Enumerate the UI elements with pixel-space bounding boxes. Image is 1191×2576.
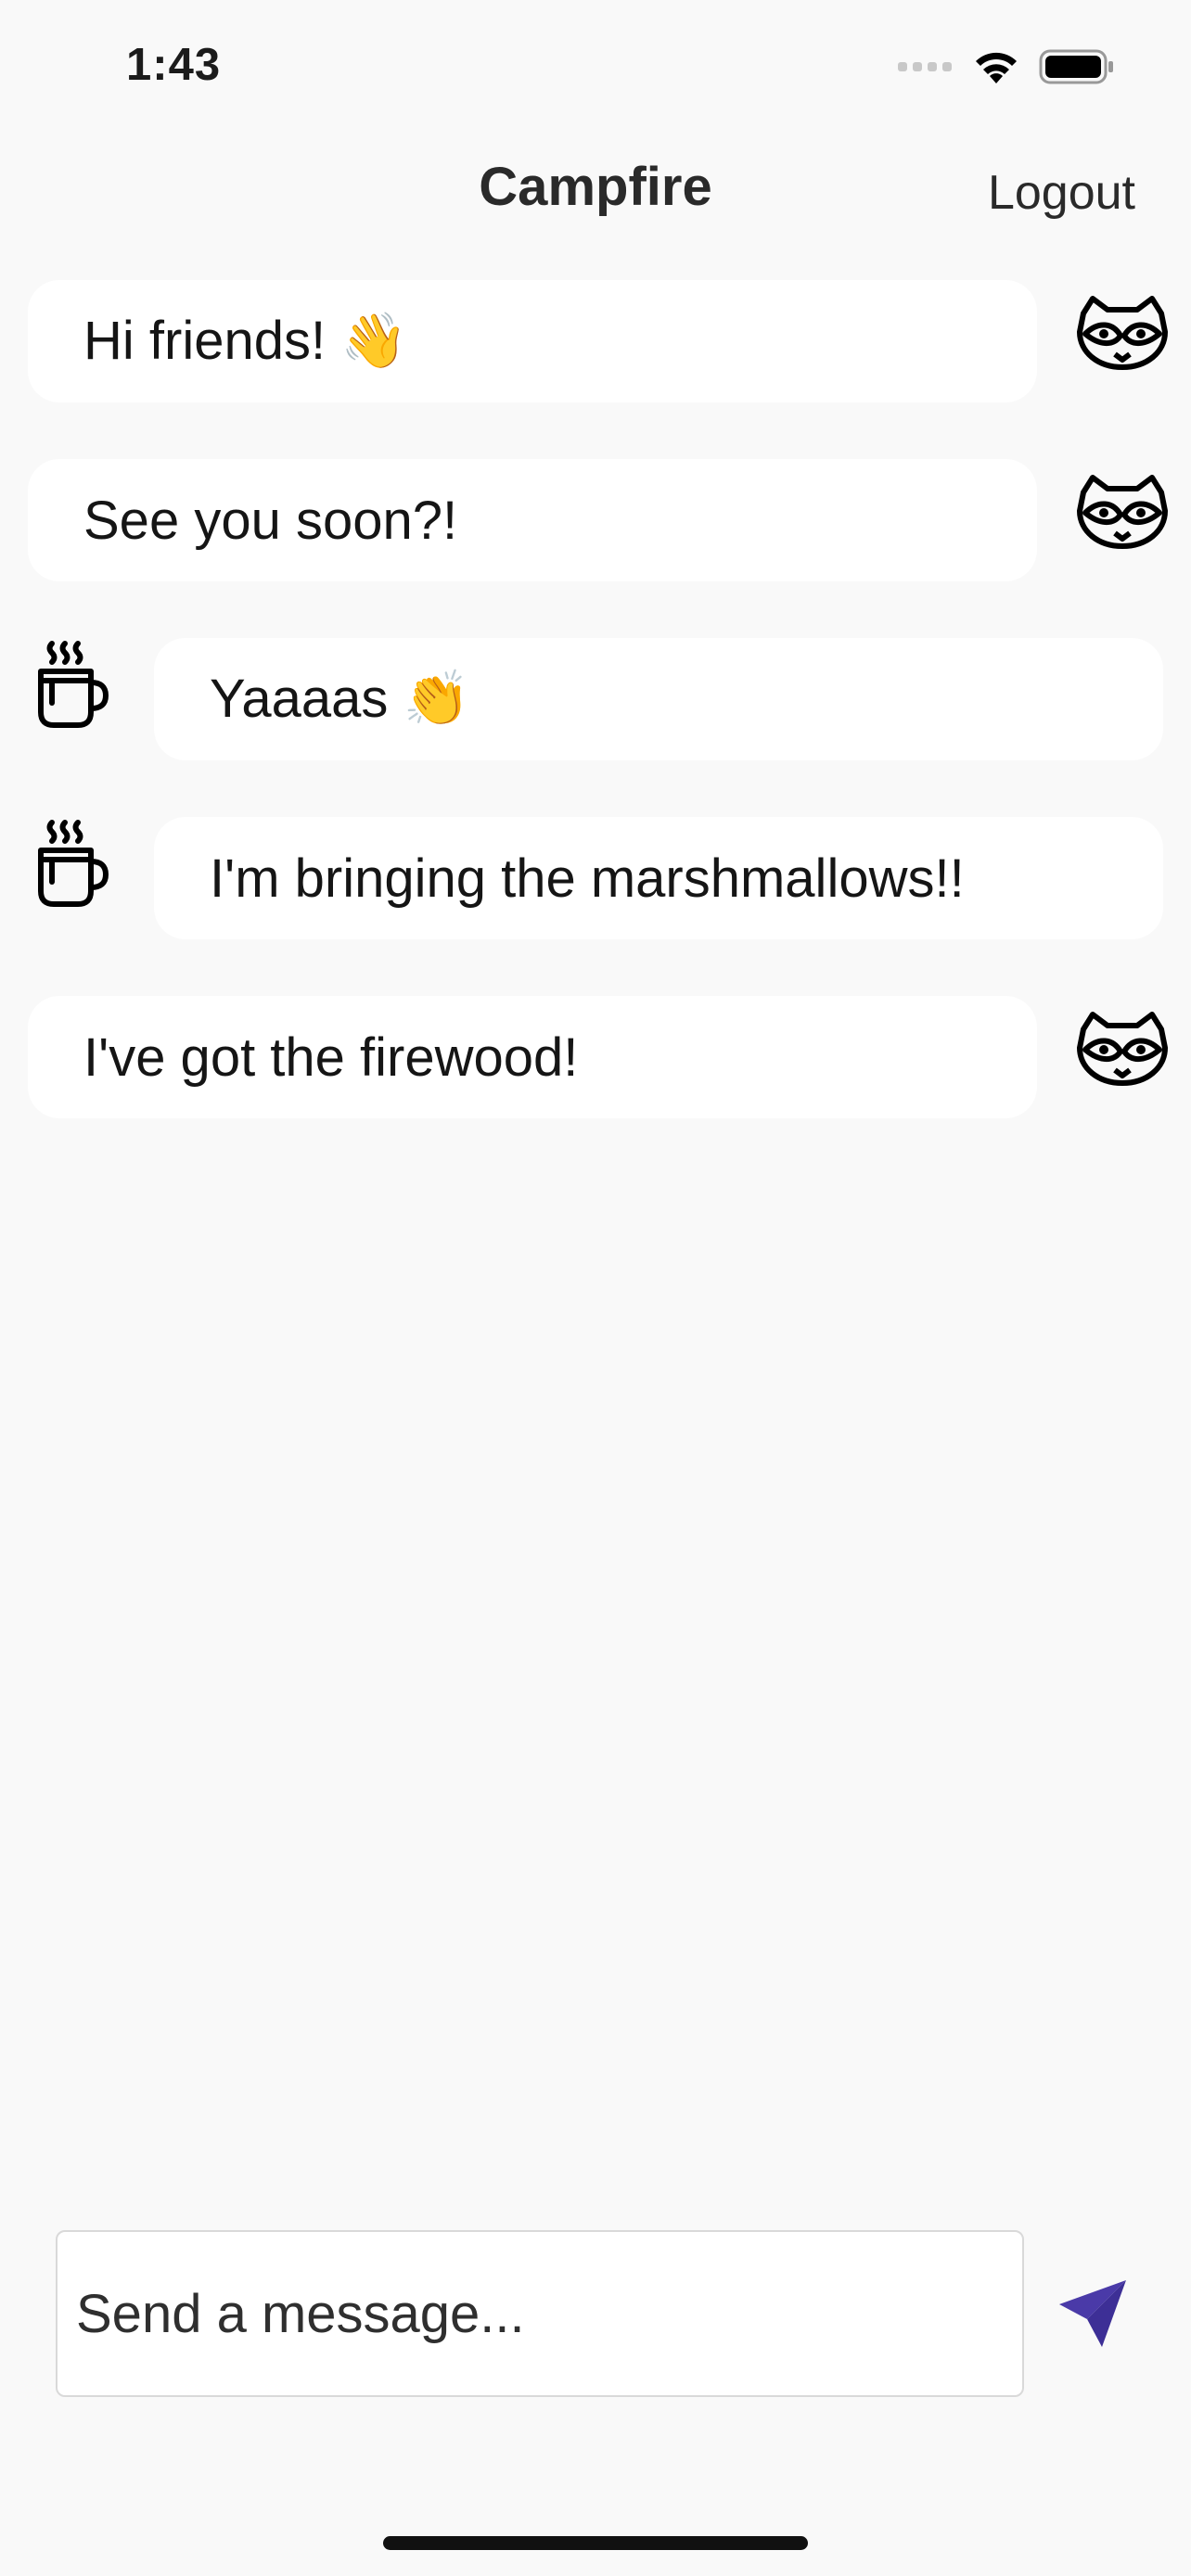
raccoon-icon (1077, 1012, 1168, 1086)
message-row: I've got the firewood! (0, 996, 1191, 1118)
status-icons (898, 48, 1115, 85)
message-row: Yaaaas 👏 (0, 638, 1191, 760)
hot-mug-icon (38, 820, 109, 907)
message-row: See you soon?! (0, 459, 1191, 581)
logout-button[interactable]: Logout (988, 165, 1135, 221)
hot-mug-icon (38, 641, 109, 728)
message-bubble: Hi friends! 👋 (28, 280, 1037, 402)
cellular-signal-icon (898, 62, 952, 71)
raccoon-icon (1077, 296, 1168, 370)
battery-icon (1039, 49, 1113, 84)
message-row: I'm bringing the marshmallows!! (0, 817, 1191, 939)
message-bubble: Yaaaas 👏 (154, 638, 1163, 760)
chat-screen: 1:43 Campfire Logout Hi friends! 👋 See y… (0, 0, 1191, 2576)
message-bubble: See you soon?! (28, 459, 1037, 581)
status-time: 1:43 (126, 40, 222, 90)
message-bubble: I've got the firewood! (28, 996, 1037, 1118)
message-composer (56, 2230, 1024, 2397)
message-input[interactable] (76, 2282, 1022, 2345)
wifi-icon (976, 52, 1017, 83)
message-bubble: I'm bringing the marshmallows!! (154, 817, 1163, 939)
home-indicator (383, 2536, 808, 2550)
send-icon[interactable] (1056, 2276, 1130, 2351)
message-row: Hi friends! 👋 (0, 280, 1191, 402)
raccoon-icon (1077, 475, 1168, 549)
